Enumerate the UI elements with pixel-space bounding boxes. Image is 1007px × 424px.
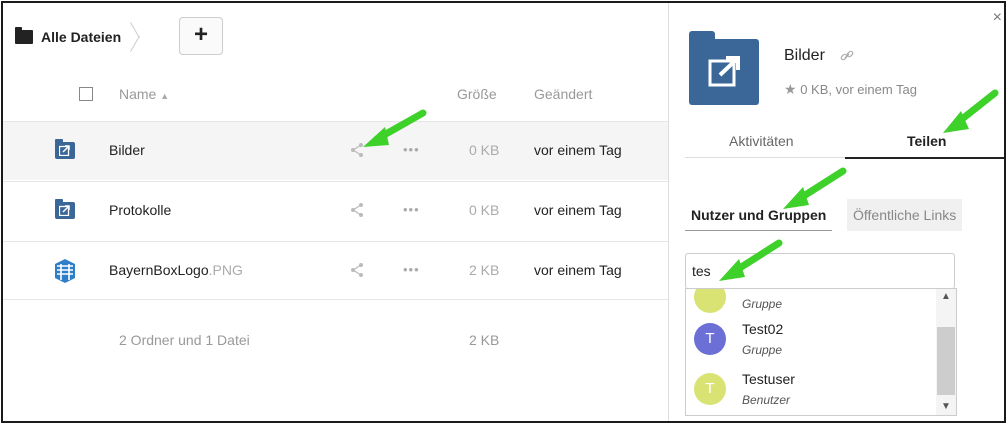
shared-folder-icon <box>55 139 75 159</box>
list-item[interactable]: T Test02 Gruppe <box>686 317 936 365</box>
file-name[interactable]: BayernBoxLogo.PNG <box>109 262 243 278</box>
sidebar-meta: ★ 0 KB, vor einem Tag <box>784 81 918 97</box>
breadcrumb-root[interactable]: Alle Dateien <box>41 29 121 45</box>
option-name: Testuser <box>742 371 795 387</box>
avatar: T <box>694 323 726 355</box>
add-button[interactable]: + <box>179 17 223 55</box>
star-icon[interactable]: ★ <box>784 81 797 97</box>
shared-folder-icon <box>55 199 75 219</box>
sort-asc-icon: ▲ <box>160 91 170 101</box>
option-name: Test02 <box>742 321 784 337</box>
link-icon[interactable] <box>840 49 854 66</box>
table-row[interactable]: Protokolle ••• 0 KB vor einem Tag <box>3 181 668 240</box>
file-name[interactable]: Bilder <box>109 142 145 158</box>
subtab-public-links[interactable]: Öffentliche Links <box>847 199 963 231</box>
annotation-arrow-icon <box>943 89 999 133</box>
annotation-arrow-icon <box>719 239 783 281</box>
table-summary: 2 Ordner und 1 Datei 2 KB <box>3 299 668 369</box>
share-icon[interactable] <box>349 202 365 221</box>
folder-icon <box>15 27 33 44</box>
file-list-panel: Alle Dateien + Name ▲ Größe Geändert Bil… <box>3 3 668 421</box>
file-extension: .PNG <box>208 262 243 278</box>
tab-activities[interactable]: Aktivitäten <box>729 133 794 149</box>
column-size[interactable]: Größe <box>457 86 497 102</box>
file-modified: vor einem Tag <box>534 202 622 218</box>
annotation-arrow-icon <box>363 109 427 147</box>
scroll-thumb[interactable] <box>937 327 955 395</box>
shared-folder-icon <box>689 31 759 105</box>
table-row[interactable]: Bilder ••• 0 KB vor einem Tag <box>3 121 668 180</box>
table-row[interactable]: BayernBoxLogo.PNG ••• 2 KB vor einem Tag <box>3 241 668 300</box>
file-size: 0 KB <box>469 202 500 218</box>
list-item[interactable]: Gruppe <box>686 289 936 317</box>
select-all-checkbox[interactable] <box>79 87 93 101</box>
more-actions-icon[interactable]: ••• <box>403 202 420 217</box>
app-window: Alle Dateien + Name ▲ Größe Geändert Bil… <box>1 1 1006 423</box>
sidebar-title: Bilder <box>784 47 825 64</box>
list-item[interactable]: T Testuser Benutzer <box>686 367 936 415</box>
avatar <box>694 289 726 313</box>
file-size: 0 KB <box>469 142 500 158</box>
option-type: Benutzer <box>742 393 791 407</box>
column-name[interactable]: Name ▲ <box>119 86 169 102</box>
option-type: Gruppe <box>742 297 783 311</box>
scroll-down-icon[interactable]: ▼ <box>941 401 951 412</box>
breadcrumb-separator <box>133 20 147 54</box>
breadcrumb: Alle Dateien <box>15 15 147 59</box>
file-size: 2 KB <box>469 262 500 278</box>
close-icon[interactable]: × <box>993 9 1002 27</box>
share-icon[interactable] <box>349 262 365 281</box>
autocomplete-dropdown: Gruppe T Test02 Gruppe T Testuser Benutz… <box>685 288 957 416</box>
active-tab-indicator <box>845 157 1004 159</box>
summary-count: 2 Ordner und 1 Datei <box>119 332 250 348</box>
summary-size: 2 KB <box>469 332 500 348</box>
avatar: T <box>694 373 726 405</box>
scroll-up-icon[interactable]: ▲ <box>941 291 951 302</box>
file-name[interactable]: Protokolle <box>109 202 171 218</box>
option-type: Gruppe <box>742 343 783 357</box>
column-modified[interactable]: Geändert <box>534 86 592 102</box>
dropdown-scrollbar[interactable]: ▲ ▼ <box>936 289 956 415</box>
file-modified: vor einem Tag <box>534 262 622 278</box>
file-modified: vor einem Tag <box>534 142 622 158</box>
bayernbox-logo-icon <box>53 258 77 287</box>
table-header: Name ▲ Größe Geändert <box>3 69 668 121</box>
annotation-arrow-icon <box>783 167 847 209</box>
more-actions-icon[interactable]: ••• <box>403 262 420 277</box>
